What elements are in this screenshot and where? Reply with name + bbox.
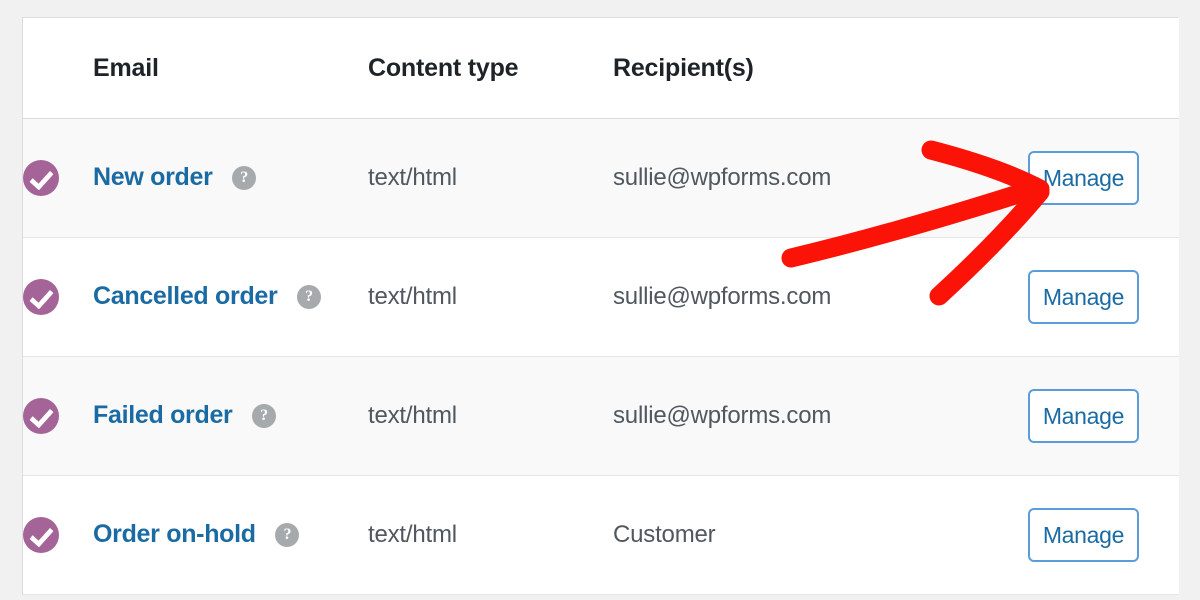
table-row: Failed order ? text/html sullie@wpforms.… bbox=[23, 356, 1179, 476]
check-circle-icon[interactable] bbox=[23, 398, 59, 434]
help-icon[interactable]: ? bbox=[297, 285, 322, 310]
row-content-type: text/html bbox=[368, 475, 613, 595]
row-recipient: sullie@wpforms.com bbox=[613, 356, 1028, 476]
row-action-cell: Manage bbox=[1028, 118, 1179, 238]
check-circle-icon[interactable] bbox=[23, 160, 59, 196]
row-status-cell bbox=[23, 475, 93, 595]
row-email-cell: Order on-hold ? bbox=[93, 475, 368, 595]
row-action-cell: Manage bbox=[1028, 237, 1179, 357]
table-row: Cancelled order ? text/html sullie@wpfor… bbox=[23, 237, 1179, 357]
emails-table-panel: Email Content type Recipient(s) New orde… bbox=[22, 17, 1179, 595]
row-recipient: Customer bbox=[613, 475, 1028, 595]
email-link[interactable]: New order bbox=[93, 164, 213, 192]
row-recipient: sullie@wpforms.com bbox=[613, 118, 1028, 238]
row-content-type: text/html bbox=[368, 118, 613, 238]
screenshot-root: Email Content type Recipient(s) New orde… bbox=[0, 0, 1200, 600]
table-body: New order ? text/html sullie@wpforms.com… bbox=[23, 118, 1179, 595]
row-status-cell bbox=[23, 356, 93, 476]
help-icon[interactable]: ? bbox=[252, 404, 277, 429]
help-icon[interactable]: ? bbox=[275, 523, 300, 548]
manage-button[interactable]: Manage bbox=[1028, 151, 1139, 205]
column-header-content-type: Content type bbox=[368, 18, 613, 119]
table-row: New order ? text/html sullie@wpforms.com… bbox=[23, 118, 1179, 238]
emails-table: Email Content type Recipient(s) New orde… bbox=[23, 18, 1179, 595]
row-email-cell: Failed order ? bbox=[93, 356, 368, 476]
column-header-status bbox=[23, 18, 93, 119]
column-header-recipients: Recipient(s) bbox=[613, 18, 1028, 119]
check-circle-icon[interactable] bbox=[23, 517, 59, 553]
table-row: Order on-hold ? text/html Customer Manag… bbox=[23, 475, 1179, 595]
row-content-type: text/html bbox=[368, 237, 613, 357]
table-header-row: Email Content type Recipient(s) bbox=[23, 18, 1179, 119]
row-email-cell: New order ? bbox=[93, 118, 368, 238]
column-header-email: Email bbox=[93, 18, 368, 119]
help-icon[interactable]: ? bbox=[232, 166, 257, 191]
row-status-cell bbox=[23, 118, 93, 238]
email-link[interactable]: Order on-hold bbox=[93, 521, 256, 549]
manage-button[interactable]: Manage bbox=[1028, 270, 1139, 324]
email-link[interactable]: Failed order bbox=[93, 402, 233, 430]
row-recipient: sullie@wpforms.com bbox=[613, 237, 1028, 357]
row-email-cell: Cancelled order ? bbox=[93, 237, 368, 357]
manage-button[interactable]: Manage bbox=[1028, 389, 1139, 443]
table-header: Email Content type Recipient(s) bbox=[23, 18, 1179, 119]
row-content-type: text/html bbox=[368, 356, 613, 476]
manage-button[interactable]: Manage bbox=[1028, 508, 1139, 562]
check-circle-icon[interactable] bbox=[23, 279, 59, 315]
row-action-cell: Manage bbox=[1028, 356, 1179, 476]
row-action-cell: Manage bbox=[1028, 475, 1179, 595]
column-header-action bbox=[1028, 18, 1179, 119]
row-status-cell bbox=[23, 237, 93, 357]
email-link[interactable]: Cancelled order bbox=[93, 283, 278, 311]
